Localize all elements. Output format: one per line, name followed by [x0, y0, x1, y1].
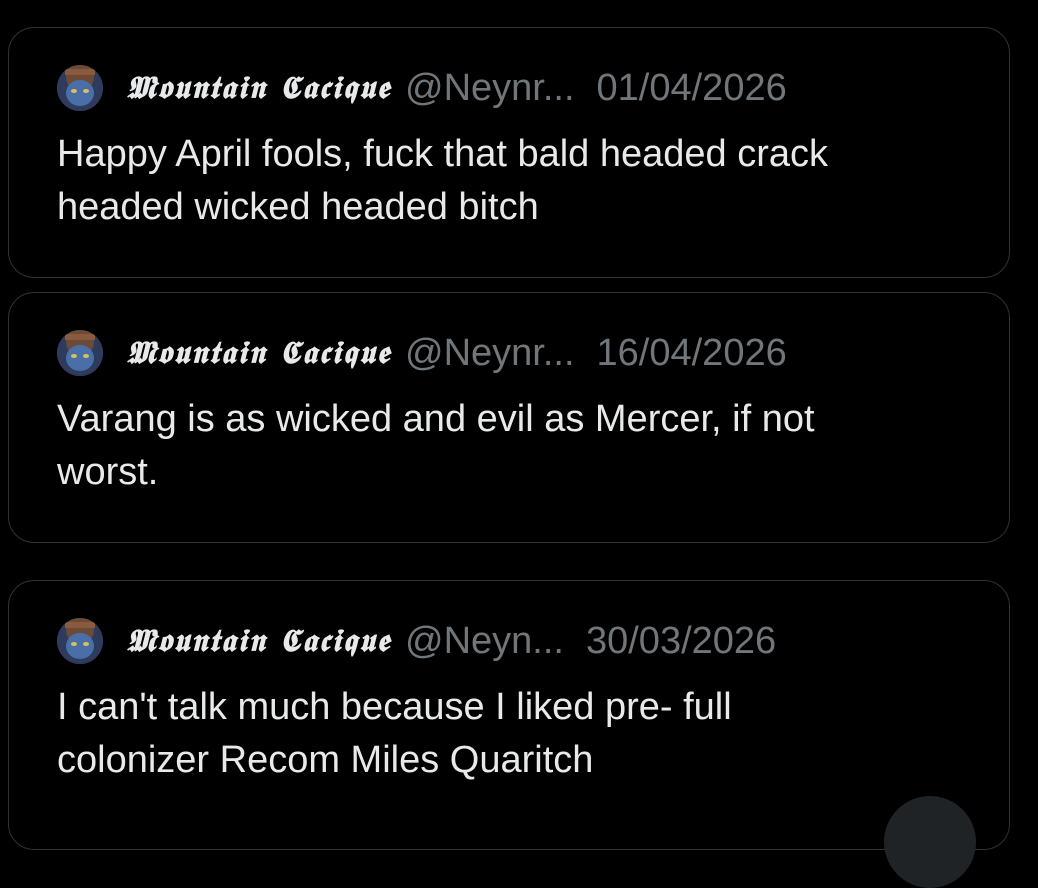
- post-header: 𝕸𝖔𝖚𝖓𝖙𝖆𝖎𝖓 𝕮𝖆𝖈𝖎𝖖𝖚𝖊 @Neyn... 30/03/2026: [57, 613, 969, 669]
- author-name[interactable]: 𝕸𝖔𝖚𝖓𝖙𝖆𝖎𝖓 𝕮𝖆𝖈𝖎𝖖𝖚𝖊: [127, 70, 391, 107]
- author-name[interactable]: 𝕸𝖔𝖚𝖓𝖙𝖆𝖎𝖓 𝕮𝖆𝖈𝖎𝖖𝖚𝖊: [127, 335, 391, 372]
- post-text: I can't talk much because I liked pre- f…: [57, 686, 732, 781]
- post-date[interactable]: 16/04/2026: [597, 332, 787, 375]
- floating-action-button[interactable]: [884, 796, 976, 888]
- post-card[interactable]: 𝕸𝖔𝖚𝖓𝖙𝖆𝖎𝖓 𝕮𝖆𝖈𝖎𝖖𝖚𝖊 @Neynr... 16/04/2026 Va…: [8, 292, 1010, 543]
- post-card[interactable]: 𝕸𝖔𝖚𝖓𝖙𝖆𝖎𝖓 𝕮𝖆𝖈𝖎𝖖𝖚𝖊 @Neynr... 01/04/2026 Ha…: [8, 27, 1010, 278]
- author-name[interactable]: 𝕸𝖔𝖚𝖓𝖙𝖆𝖎𝖓 𝕮𝖆𝖈𝖎𝖖𝖚𝖊: [127, 623, 391, 660]
- post-text: Happy April fools, fuck that bald headed…: [57, 133, 829, 228]
- avatar-icon[interactable]: [57, 330, 103, 376]
- post-date[interactable]: 01/04/2026: [597, 67, 787, 110]
- author-handle[interactable]: @Neynr...: [405, 67, 575, 110]
- avatar-icon[interactable]: [57, 618, 103, 664]
- post-header: 𝕸𝖔𝖚𝖓𝖙𝖆𝖎𝖓 𝕮𝖆𝖈𝖎𝖖𝖚𝖊 @Neynr... 16/04/2026: [57, 325, 969, 381]
- post-date[interactable]: 30/03/2026: [586, 620, 776, 663]
- author-handle[interactable]: @Neynr...: [405, 332, 575, 375]
- avatar-icon[interactable]: [57, 65, 103, 111]
- post-header: 𝕸𝖔𝖚𝖓𝖙𝖆𝖎𝖓 𝕮𝖆𝖈𝖎𝖖𝖚𝖊 @Neynr... 01/04/2026: [57, 60, 969, 116]
- post-text: Varang is as wicked and evil as Mercer, …: [57, 398, 815, 493]
- post-card[interactable]: 𝕸𝖔𝖚𝖓𝖙𝖆𝖎𝖓 𝕮𝖆𝖈𝖎𝖖𝖚𝖊 @Neyn... 30/03/2026 I c…: [8, 580, 1010, 850]
- author-handle[interactable]: @Neyn...: [405, 620, 564, 663]
